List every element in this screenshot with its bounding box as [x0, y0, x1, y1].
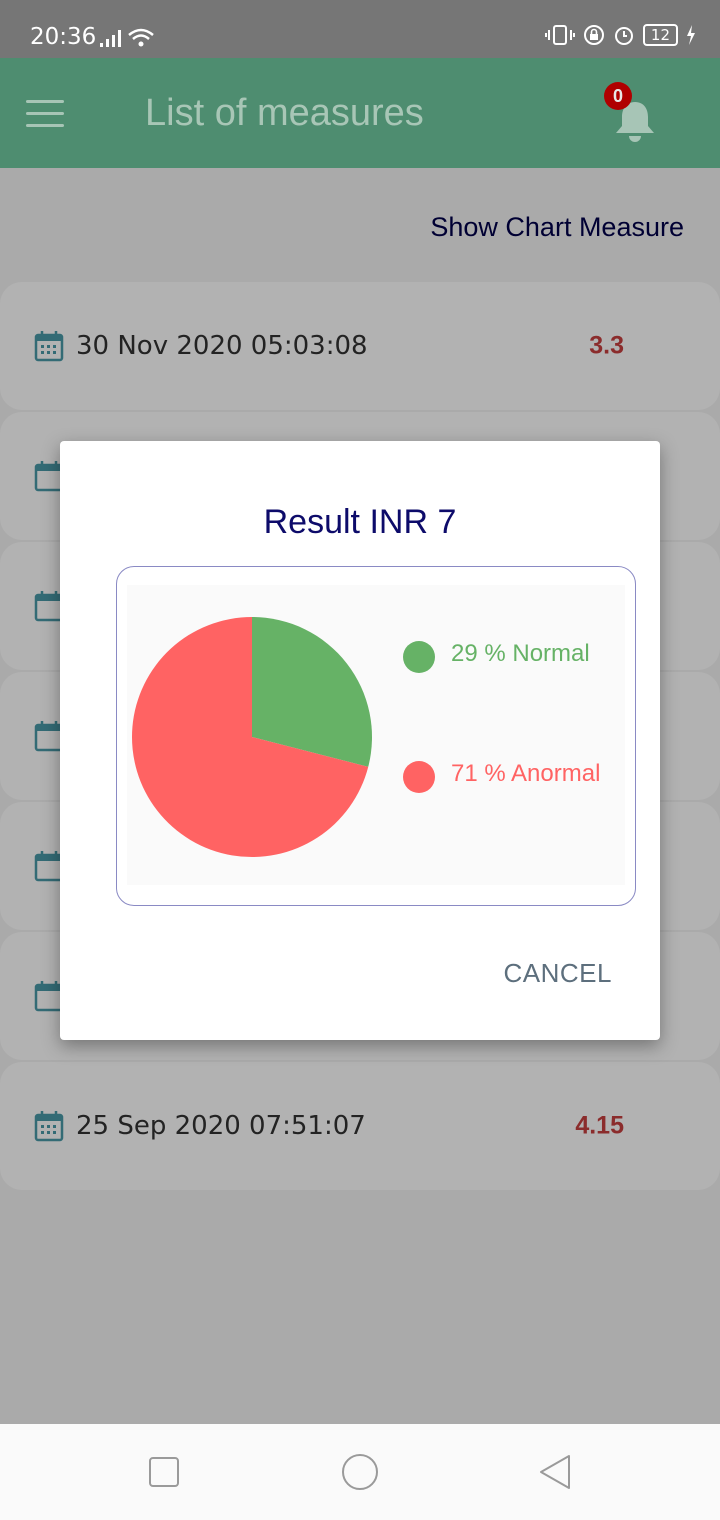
alarm-icon — [614, 27, 633, 45]
status-icons: 12 — [544, 24, 696, 46]
navigation-bar — [0, 1424, 720, 1520]
legend-dot-anormal — [403, 761, 435, 793]
dialog-title: Result INR 7 — [263, 503, 457, 541]
back-icon[interactable] — [538, 1453, 572, 1491]
charging-icon — [687, 25, 695, 45]
pie-chart — [132, 617, 435, 857]
recents-icon[interactable] — [148, 1456, 180, 1488]
app-bar: List of measures 0 — [0, 58, 720, 168]
result-dialog: Result INR 7 29 % Normal 71 % Anormal CA… — [60, 441, 660, 1040]
vibrate-icon — [544, 25, 575, 45]
legend-label-anormal: 71 % Anormal — [451, 760, 601, 787]
pie-chart-container: 29 % Normal 71 % Anormal — [116, 566, 636, 906]
status-time: 20:36 — [30, 24, 97, 50]
status-bar: 20:36 12 — [0, 0, 720, 58]
signal-wifi-icon — [100, 28, 154, 47]
battery-indicator: 12 — [642, 24, 678, 46]
notification-badge: 0 — [604, 82, 632, 110]
lock-rotation-icon — [583, 25, 604, 45]
menu-icon[interactable] — [26, 100, 64, 128]
cancel-button[interactable]: CANCEL — [504, 958, 612, 989]
legend-dot-normal — [403, 641, 435, 673]
legend-label-normal: 29 % Normal — [451, 640, 590, 667]
page-title: List of measures — [145, 92, 424, 134]
home-icon[interactable] — [341, 1453, 379, 1491]
